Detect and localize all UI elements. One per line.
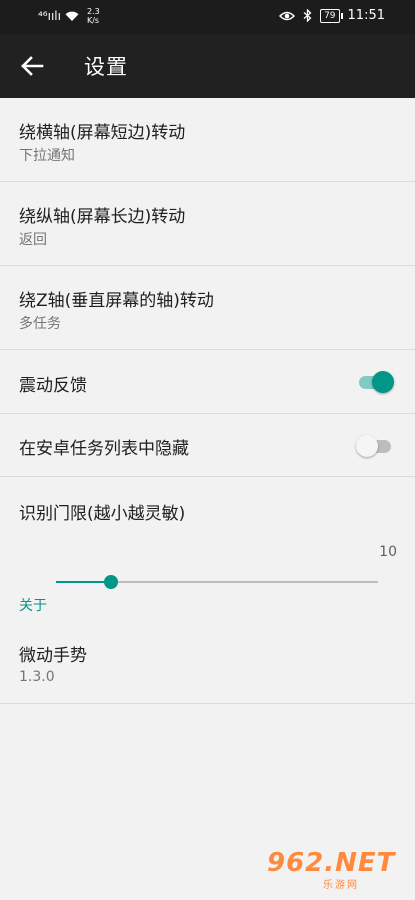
settings-list: 绕横轴(屏幕短边)转动 下拉通知 绕纵轴(屏幕长边)转动 返回 绕Z轴(垂直屏幕… — [0, 98, 415, 704]
slider-fill — [56, 581, 111, 583]
toolbar: 设置 — [0, 34, 415, 98]
arrow-back-icon[interactable] — [18, 52, 46, 80]
setting-title: 识别门限(越小越灵敏) — [19, 504, 186, 524]
section-header-about: 关于 — [0, 591, 415, 621]
status-bar: ⁴⁶ıılı 2.3 K/s 79 11:51 — [0, 0, 415, 34]
status-left: ⁴⁶ıılı 2.3 K/s — [38, 7, 100, 25]
threshold-slider[interactable] — [56, 572, 378, 592]
bluetooth-icon — [303, 9, 312, 22]
clock: 11:51 — [347, 8, 385, 23]
setting-value: 下拉通知 — [19, 148, 75, 164]
page-title: 设置 — [84, 55, 128, 79]
setting-rotate-y[interactable]: 绕纵轴(屏幕长边)转动 返回 — [0, 182, 415, 266]
setting-title: 绕纵轴(屏幕长边)转动 — [19, 207, 186, 227]
wifi-icon — [65, 11, 79, 21]
battery-icon: 79 — [320, 8, 344, 23]
site-watermark: 962.NET 乐游网 — [259, 846, 409, 894]
status-right: 79 11:51 — [279, 8, 385, 23]
slider-knob[interactable] — [103, 575, 118, 589]
app-name: 微动手势 — [19, 646, 87, 666]
vibration-toggle[interactable] — [357, 371, 394, 393]
setting-value: 返回 — [19, 232, 47, 248]
watermark-logo: 962.NET — [267, 848, 396, 878]
setting-threshold: 识别门限(越小越灵敏) 10 — [0, 477, 415, 591]
network-speed: 2.3 K/s — [86, 7, 100, 25]
setting-rotate-z[interactable]: 绕Z轴(垂直屏幕的轴)转动 多任务 — [0, 266, 415, 350]
signal-icon: ⁴⁶ıılı — [38, 9, 61, 23]
watermark-sub: 乐游网 — [323, 880, 359, 891]
hide-recents-toggle[interactable] — [356, 435, 393, 457]
eye-icon — [279, 11, 296, 20]
setting-title: 震动反馈 — [19, 376, 87, 396]
toggle-thumb — [356, 435, 378, 457]
setting-vibration[interactable]: 震动反馈 — [0, 350, 415, 414]
setting-title: 在安卓任务列表中隐藏 — [19, 439, 189, 459]
setting-title: 绕Z轴(垂直屏幕的轴)转动 — [19, 291, 214, 311]
setting-title: 绕横轴(屏幕短边)转动 — [19, 123, 186, 143]
threshold-value: 10 — [379, 544, 397, 560]
setting-hide-recents[interactable]: 在安卓任务列表中隐藏 — [0, 414, 415, 477]
about-app[interactable]: 微动手势 1.3.0 — [0, 621, 415, 704]
section-title: 关于 — [19, 598, 47, 614]
toggle-thumb — [372, 371, 394, 393]
app-version: 1.3.0 — [19, 669, 55, 685]
setting-value: 多任务 — [19, 316, 61, 332]
setting-rotate-x[interactable]: 绕横轴(屏幕短边)转动 下拉通知 — [0, 98, 415, 182]
